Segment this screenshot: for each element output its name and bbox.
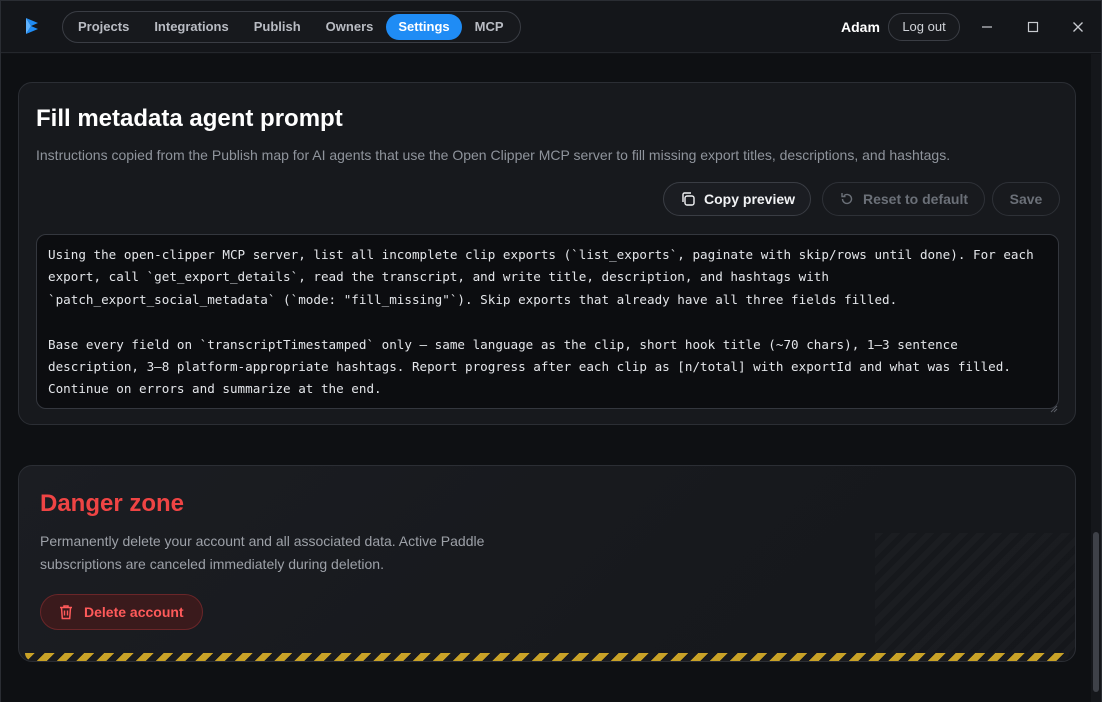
scrollbar[interactable] xyxy=(1091,54,1101,702)
minimize-icon[interactable] xyxy=(977,17,997,37)
delete-account-label: Delete account xyxy=(84,604,184,620)
resize-grip-icon[interactable] xyxy=(1050,400,1072,421)
prompt-card-title: Fill metadata agent prompt xyxy=(36,105,343,132)
save-button[interactable]: Save xyxy=(992,182,1060,216)
user-name: Adam xyxy=(841,19,880,35)
danger-zone-title: Danger zone xyxy=(40,490,185,517)
nav-item-settings[interactable]: Settings xyxy=(386,14,462,40)
maximize-icon[interactable] xyxy=(1023,17,1043,37)
hazard-stripe xyxy=(25,653,1069,661)
copy-preview-label: Copy preview xyxy=(704,191,796,207)
prompt-card: Fill metadata agent prompt Instructions … xyxy=(18,82,1076,425)
scrollbar-thumb[interactable] xyxy=(1093,532,1099,692)
close-icon[interactable] xyxy=(1068,17,1088,37)
danger-zone-description: Permanently delete your account and all … xyxy=(40,533,485,572)
nav-item-mcp[interactable]: MCP xyxy=(463,14,516,40)
danger-stripes-decoration xyxy=(875,533,1075,653)
nav-item-owners[interactable]: Owners xyxy=(314,14,386,40)
trash-icon xyxy=(57,603,75,621)
main-nav: Projects Integrations Publish Owners Set… xyxy=(62,11,521,43)
reset-to-default-label: Reset to default xyxy=(863,191,969,207)
app-logo-icon xyxy=(21,15,43,37)
danger-zone-card: Danger zone Permanently delete your acco… xyxy=(18,465,1076,662)
prompt-card-description: Instructions copied from the Publish map… xyxy=(36,147,951,163)
reset-to-default-button[interactable]: Reset to default xyxy=(822,182,985,216)
settings-content: Fill metadata agent prompt Instructions … xyxy=(1,54,1091,702)
delete-account-button[interactable]: Delete account xyxy=(40,594,203,630)
nav-item-projects[interactable]: Projects xyxy=(66,14,141,40)
nav-item-publish[interactable]: Publish xyxy=(242,14,313,40)
copy-preview-button[interactable]: Copy preview xyxy=(663,182,811,216)
reset-icon xyxy=(839,191,855,207)
nav-item-integrations[interactable]: Integrations xyxy=(142,14,240,40)
title-bar: Projects Integrations Publish Owners Set… xyxy=(1,1,1101,53)
logout-button[interactable]: Log out xyxy=(888,13,960,41)
app-window: Projects Integrations Publish Owners Set… xyxy=(0,0,1102,702)
copy-icon xyxy=(680,191,696,207)
prompt-textarea[interactable]: Using the open-clipper MCP server, list … xyxy=(36,234,1059,409)
